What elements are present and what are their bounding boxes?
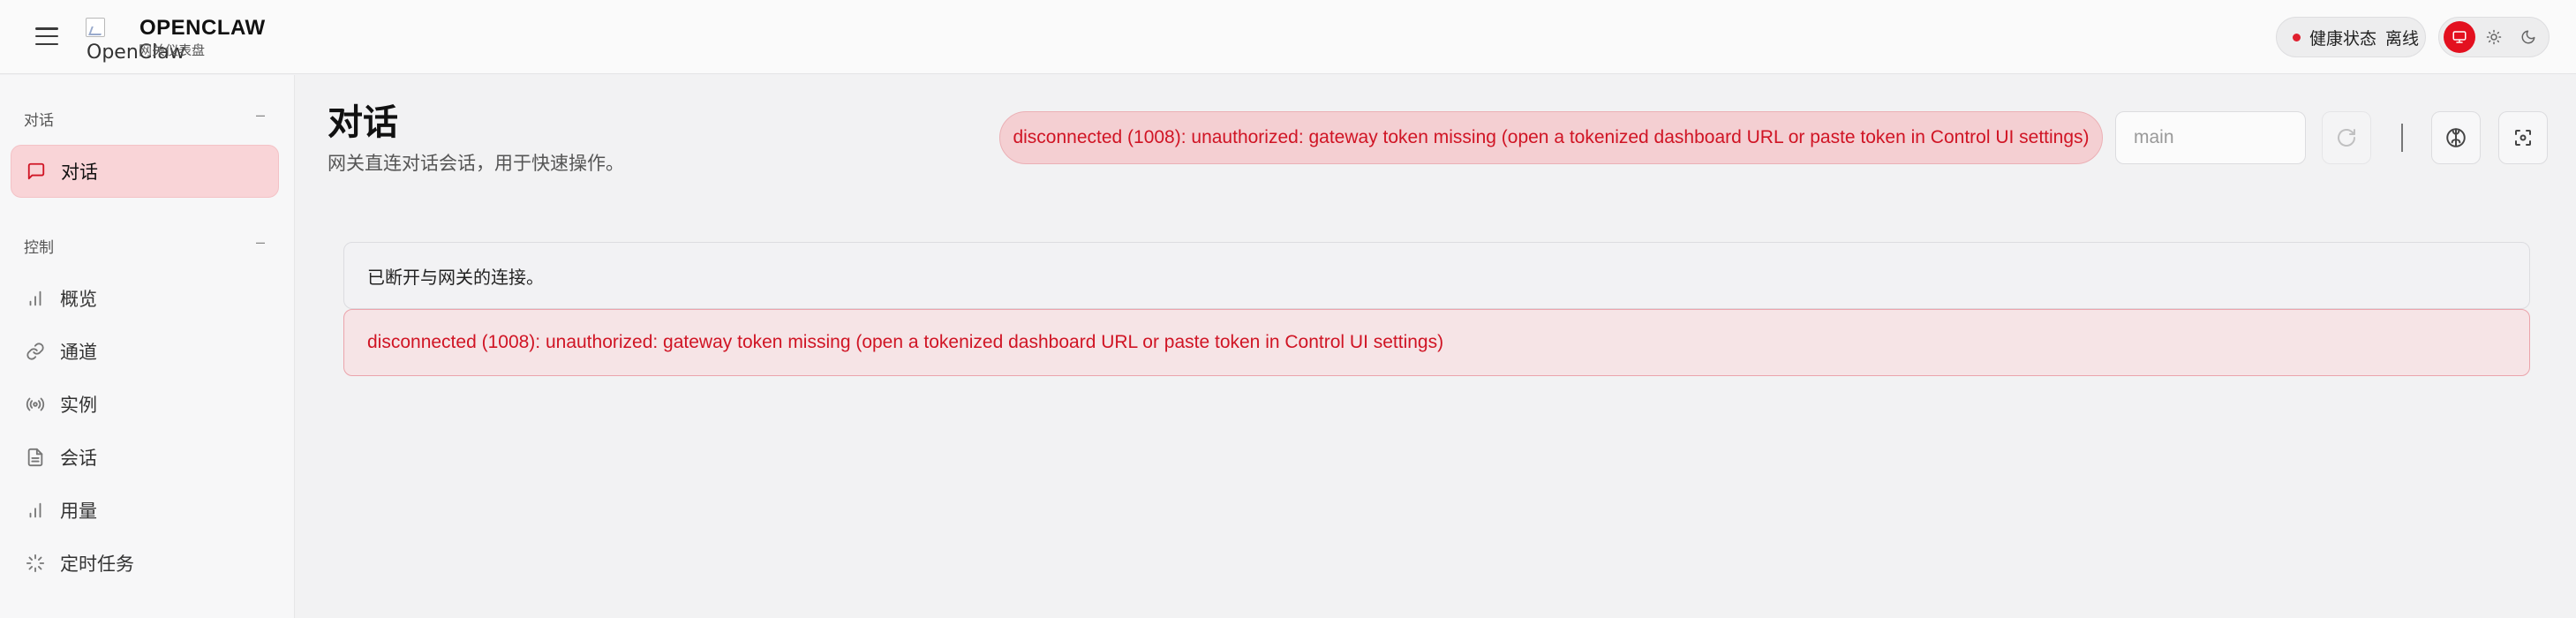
broken-image-icon [86, 18, 105, 37]
sun-icon [2486, 29, 2502, 45]
disconnected-notice: 已断开与网关的连接。 [343, 242, 2530, 309]
sidebar-item-label: 会话 [60, 448, 97, 469]
focus-mode-button[interactable] [2498, 111, 2548, 164]
status-dot-icon [2293, 33, 2301, 41]
connection-error-banner: disconnected (1008): unauthorized: gatew… [999, 111, 2103, 164]
sidebar-item-label: 对话 [61, 162, 98, 183]
file-icon [25, 447, 46, 468]
sidebar-group-chat-label: 对话 [24, 112, 54, 130]
health-status-value: 离线 [2385, 28, 2420, 49]
session-key-input[interactable] [2115, 111, 2306, 164]
health-label: 健康状态 [2309, 28, 2377, 49]
sidebar-item-scheduled-tasks[interactable]: 定时任务 [11, 537, 279, 590]
sidebar-group-chat-collapse[interactable]: – [256, 106, 265, 124]
message-icon [26, 161, 47, 182]
refresh-button[interactable] [2322, 111, 2371, 164]
error-callout: disconnected (1008): unauthorized: gatew… [343, 309, 2530, 376]
theme-system-button[interactable] [2444, 21, 2476, 53]
theme-light-button[interactable] [2478, 21, 2510, 53]
sidebar-group-control-label: 控制 [24, 239, 54, 257]
sidebar-item-label: 用量 [60, 501, 97, 522]
sidebar-group-control-collapse[interactable]: – [256, 233, 265, 252]
sidebar-item-chat[interactable]: 对话 [11, 145, 279, 198]
brand-subtitle: 网关仪表盘 [139, 42, 206, 58]
bar-chart-icon [25, 288, 46, 309]
brain-toggle-button[interactable] [2431, 111, 2481, 164]
monitor-icon [2452, 31, 2467, 43]
brand-title: OPENCLAW [139, 16, 266, 40]
theme-dark-button[interactable] [2512, 21, 2544, 53]
sidebar-item-label: 实例 [60, 395, 97, 416]
sidebar-item-label: 概览 [60, 289, 97, 310]
sidebar-item-channels[interactable]: 通道 [11, 325, 279, 378]
loader-icon [25, 553, 46, 574]
menu-icon[interactable] [34, 25, 60, 48]
refresh-icon [2338, 129, 2355, 147]
sidebar-item-label: 通道 [60, 342, 97, 363]
toolbar-divider [2401, 124, 2403, 152]
page-subtitle: 网关直连对话会话，用于快速操作。 [328, 153, 624, 174]
sidebar-item-usage[interactable]: 用量 [11, 484, 279, 537]
theme-switcher [2438, 17, 2550, 57]
health-status-pill[interactable]: 健康状态 离线 [2276, 17, 2426, 57]
sidebar-item-instances[interactable]: 实例 [11, 378, 279, 431]
radio-icon [25, 394, 46, 415]
page-title: 对话 [328, 102, 398, 143]
sidebar-item-sessions[interactable]: 会话 [11, 431, 279, 484]
moon-icon [2521, 30, 2535, 44]
sidebar-item-overview[interactable]: 概览 [11, 272, 279, 325]
link-icon [25, 341, 46, 362]
brain-icon [2446, 128, 2466, 147]
sidebar: 对话 – 对话 控制 – 概览 通道 实例 会话 用量 定时任务 [0, 75, 295, 618]
sidebar-item-label: 定时任务 [60, 554, 134, 575]
top-bar: OpenClaw OPENCLAW 网关仪表盘 健康状态 离线 [0, 0, 2576, 74]
focus-icon [2515, 130, 2531, 146]
bar-chart-icon [25, 500, 46, 521]
